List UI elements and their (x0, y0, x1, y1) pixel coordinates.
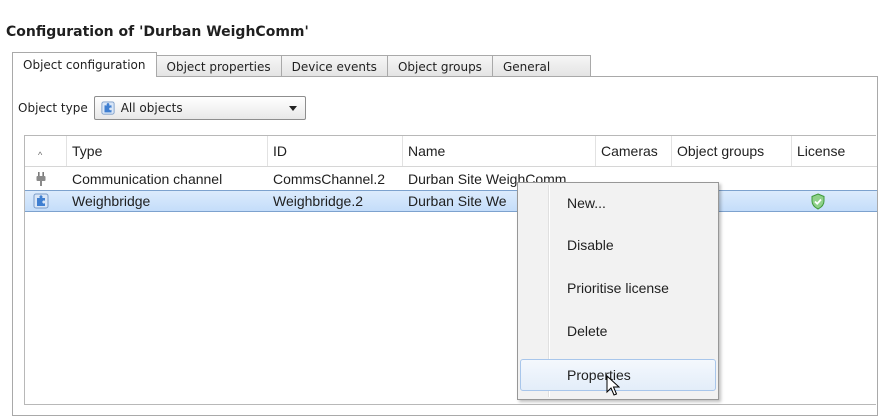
mouse-pointer-icon (606, 375, 620, 396)
object-type-dropdown[interactable]: All objects (93, 96, 306, 120)
column-header-object-groups[interactable]: Object groups (672, 136, 792, 166)
shield-check-icon (811, 193, 825, 210)
chevron-down-icon[interactable] (288, 106, 297, 111)
tab-object-configuration[interactable]: Object configuration (12, 52, 157, 77)
menu-item-prioritise-license[interactable]: Prioritise license (520, 272, 716, 304)
puzzle-icon (33, 193, 49, 209)
table-row[interactable]: Communication channel CommsChannel.2 Dur… (25, 168, 877, 190)
tab-device-events[interactable]: Device events (280, 55, 388, 77)
column-header-name[interactable]: Name (403, 136, 596, 166)
tab-object-groups[interactable]: Object groups (386, 55, 493, 77)
column-header-type[interactable]: Type (67, 136, 268, 166)
cell-type: Communication channel (72, 171, 223, 187)
object-type-filter: Object type All objects (18, 96, 306, 120)
menu-item-delete[interactable]: Delete (520, 315, 716, 347)
plug-icon (36, 172, 46, 186)
column-header-id[interactable]: ID (268, 136, 403, 166)
window-title: Configuration of 'Durban WeighComm' (6, 24, 309, 40)
column-header-license[interactable]: License (792, 136, 877, 166)
configuration-window: Configuration of 'Durban WeighComm' Obje… (0, 0, 884, 416)
menu-item-new[interactable]: New... (520, 187, 716, 219)
table-row-selected[interactable]: Weighbridge Weighbridge.2 Durban Site We (25, 190, 877, 212)
cell-id: Weighbridge.2 (273, 193, 364, 209)
tab-bar: Object configuration Object properties D… (12, 52, 592, 77)
tab-object-properties[interactable]: Object properties (155, 55, 282, 77)
cell-id: CommsChannel.2 (273, 171, 386, 187)
menu-item-disable[interactable]: Disable (520, 229, 716, 261)
column-header-cameras[interactable]: Cameras (596, 136, 672, 166)
object-type-label: Object type (18, 101, 88, 115)
sort-up-icon: ^ (38, 150, 43, 160)
puzzle-icon (101, 101, 115, 115)
objects-table: ^ Type ID Name Cameras Object groups Lic… (24, 135, 877, 405)
tab-general[interactable]: General (491, 55, 592, 77)
column-header-icon[interactable]: ^ (25, 136, 67, 166)
context-menu: New... Disable Prioritise license Delete… (517, 182, 719, 400)
table-header: ^ Type ID Name Cameras Object groups Lic… (25, 136, 877, 167)
object-type-selected: All objects (120, 101, 183, 115)
cell-type: Weighbridge (72, 193, 151, 209)
